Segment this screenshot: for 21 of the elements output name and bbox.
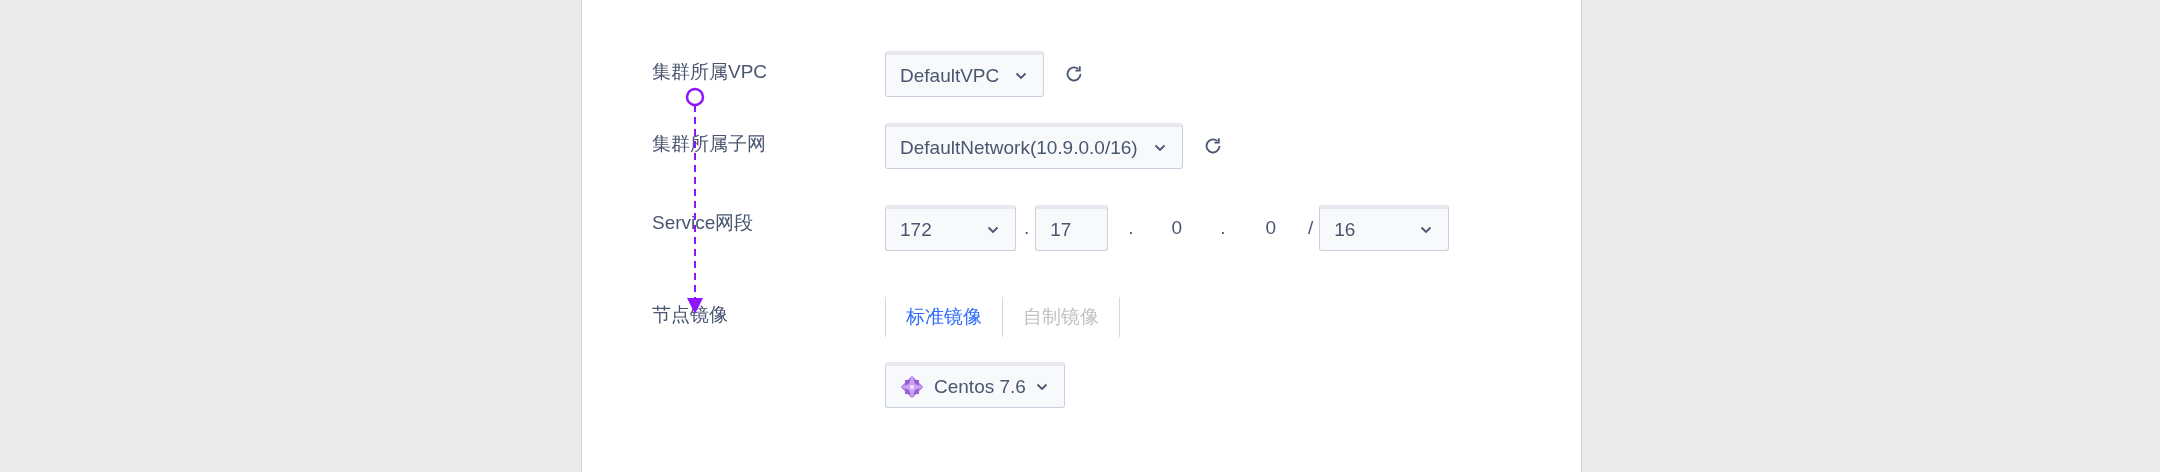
chevron-icon	[1153, 143, 1166, 152]
address-octet: 0	[1171, 217, 1183, 239]
chevron-icon	[1420, 225, 1433, 234]
field-label: 集群所属子网	[652, 133, 766, 154]
dropdown[interactable]: 172	[885, 205, 1016, 251]
address-separator: .	[1220, 217, 1226, 239]
chevron-icon	[987, 225, 999, 234]
address-separator: .	[1024, 217, 1030, 239]
address-separator: .	[1128, 217, 1134, 239]
dropdown[interactable]: DefaultVPC	[885, 51, 1045, 97]
dropdown[interactable]: 16	[1319, 205, 1450, 251]
dropdown[interactable]: DefaultNetwork(10.9.0.0/16)	[885, 123, 1183, 169]
chevron-icon	[1035, 382, 1048, 391]
chevron-icon	[1015, 71, 1028, 80]
address-octet: 0	[1265, 217, 1276, 239]
tab[interactable]: 标准镜像	[885, 297, 1002, 337]
field-label: 集群所属VPC	[652, 61, 768, 82]
dropdown[interactable]: Centos 7.6	[885, 362, 1065, 408]
address-separator: /	[1308, 217, 1314, 239]
field-label: Service网段	[652, 212, 754, 233]
input-field[interactable]: 17	[1035, 205, 1109, 251]
